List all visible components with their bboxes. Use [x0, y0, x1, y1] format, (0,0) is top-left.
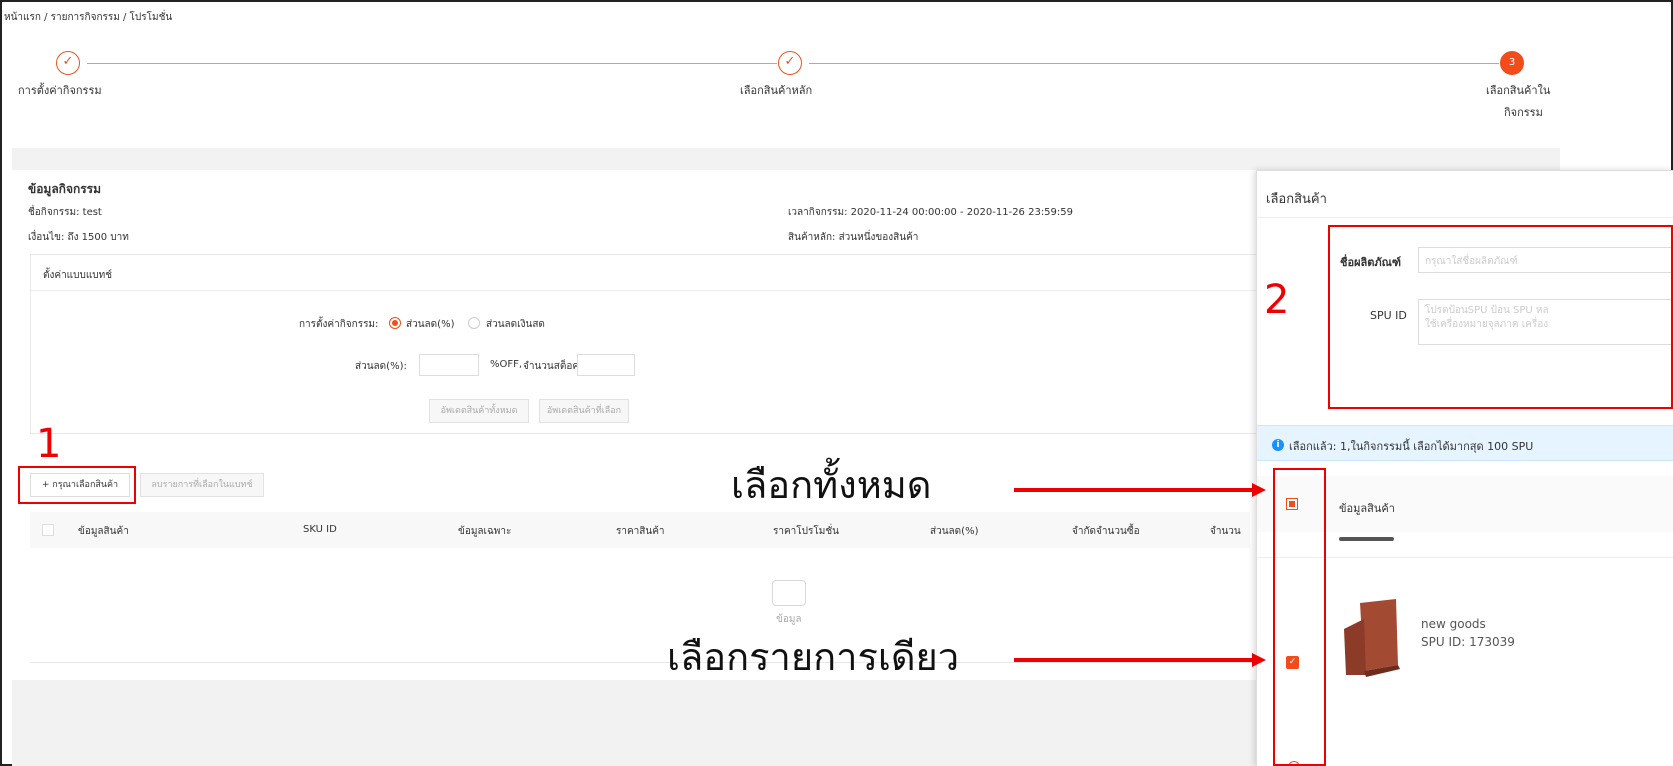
- panel-col-header: ข้อมูลสินค้า: [1339, 502, 1395, 515]
- th-product: ข้อมูลสินค้า: [78, 526, 129, 537]
- th-limit: จำกัดจำนวนซื้อ: [1072, 526, 1140, 537]
- stock-label: จำนวนสต็อค: [523, 361, 580, 372]
- arrow-select-one: [1014, 658, 1254, 662]
- step-label-1: การตั้งค่ากิจกรรม: [18, 84, 102, 97]
- item-spu: SPU ID: 173039: [1421, 635, 1515, 649]
- activity-main-product: สินค้าหลัก: ส่วนหนึ่งของสินค้า: [788, 232, 919, 243]
- panel-header-rule: [1257, 217, 1673, 218]
- update-selected-button[interactable]: อัพเดตสินค้าที่เลือก: [539, 399, 629, 423]
- discount-input[interactable]: [419, 354, 479, 376]
- step-connector: [87, 63, 777, 64]
- table-header: ข้อมูลสินค้า SKU ID ข้อมูลเฉพาะ ราคาสินค…: [30, 512, 1250, 548]
- activity-time: เวลากิจกรรม: 2020-11-24 00:00:00 - 2020-…: [788, 207, 1074, 218]
- divider-band: [12, 148, 1560, 170]
- breadcrumb: หน้าแรก / รายการกิจกรรม / โปรโมชั่น: [4, 12, 173, 23]
- callout-select-one: เลือกรายการเดียว: [667, 635, 960, 679]
- annotation-box-checkboxes: [1273, 468, 1326, 766]
- step-label-3b: กิจกรรม: [1504, 106, 1543, 119]
- radio-percent[interactable]: [389, 317, 401, 329]
- cutoff-item-bar: [1339, 537, 1394, 541]
- th-spec: ข้อมูลเฉพาะ: [458, 526, 512, 537]
- product-thumbnail: [1344, 599, 1400, 677]
- radio-cash-label: ส่วนลดเงินสด: [486, 319, 545, 330]
- steps-bar: ✓ การตั้งค่ากิจกรรม ✓ เลือกสินค้าหลัก 3 …: [12, 38, 1560, 146]
- activity-condition: เงื่อนไข: ถึง 1500 บาท: [28, 232, 129, 243]
- panel-title: เลือกสินค้า: [1266, 192, 1327, 207]
- batch-settings-box: ตั้งค่าแบบแบทช์ การตั้งค่ากิจกรรม: ส่วนล…: [30, 254, 1262, 434]
- annotation-box-2: [1328, 225, 1673, 409]
- info-text: เลือกแล้ว: 1,ในกิจกรรมนี้ เลือกได้มากสุด…: [1289, 440, 1534, 453]
- th-sku: SKU ID: [303, 524, 337, 535]
- info-icon: i: [1272, 439, 1284, 451]
- table-bottom-rule: [30, 662, 1262, 663]
- update-all-button[interactable]: อัพเดตสินค้าทั้งหมด: [429, 399, 529, 423]
- delete-selected-button[interactable]: ลบรายการที่เลือกในแบทช์: [140, 473, 264, 497]
- check-icon: ✓: [778, 51, 802, 75]
- annotation-number-2: 2: [1264, 277, 1290, 323]
- annotation-box-1: [18, 466, 136, 504]
- setting-label: การตั้งค่ากิจกรรม:: [299, 319, 379, 330]
- step-label-2: เลือกสินค้าหลัก: [740, 84, 813, 97]
- discount-label: ส่วนลด(%):: [355, 361, 407, 372]
- info-bar: i เลือกแล้ว: 1,ในกิจกรรมนี้ เลือกได้มากส…: [1257, 425, 1673, 461]
- th-price: ราคาสินค้า: [616, 526, 665, 537]
- arrow-head-select-one: [1252, 653, 1266, 667]
- arrow-select-all: [1014, 488, 1254, 492]
- table-select-all-checkbox[interactable]: [42, 524, 54, 536]
- activity-title: ข้อมูลกิจกรรม: [28, 182, 102, 196]
- radio-cash[interactable]: [468, 317, 480, 329]
- stock-input[interactable]: [577, 354, 635, 376]
- batch-header: ตั้งค่าแบบแบทช์: [31, 255, 1261, 291]
- th-promo-price: ราคาโปรโมชั่น: [773, 526, 839, 537]
- item-name: new goods: [1421, 617, 1486, 631]
- empty-box-icon: [772, 580, 806, 606]
- empty-text: ข้อมูล: [776, 614, 802, 625]
- arrow-head-select-all: [1252, 483, 1266, 497]
- step-number-3: 3: [1500, 51, 1524, 75]
- step-label-3a: เลือกสินค้าใน: [1486, 84, 1551, 97]
- batch-title: ตั้งค่าแบบแบทช์: [43, 270, 112, 281]
- off-label: %OFF,: [490, 359, 523, 370]
- annotation-number-1: 1: [36, 421, 62, 467]
- activity-name: ชื่อกิจกรรม: test: [28, 207, 102, 218]
- callout-select-all: เลือกทั้งหมด: [731, 463, 932, 507]
- radio-percent-label: ส่วนลด(%): [406, 319, 455, 330]
- check-icon: ✓: [56, 51, 80, 75]
- th-quantity: จำนวน: [1210, 526, 1241, 537]
- th-discount: ส่วนลด(%): [930, 526, 979, 537]
- step-connector: [809, 63, 1499, 64]
